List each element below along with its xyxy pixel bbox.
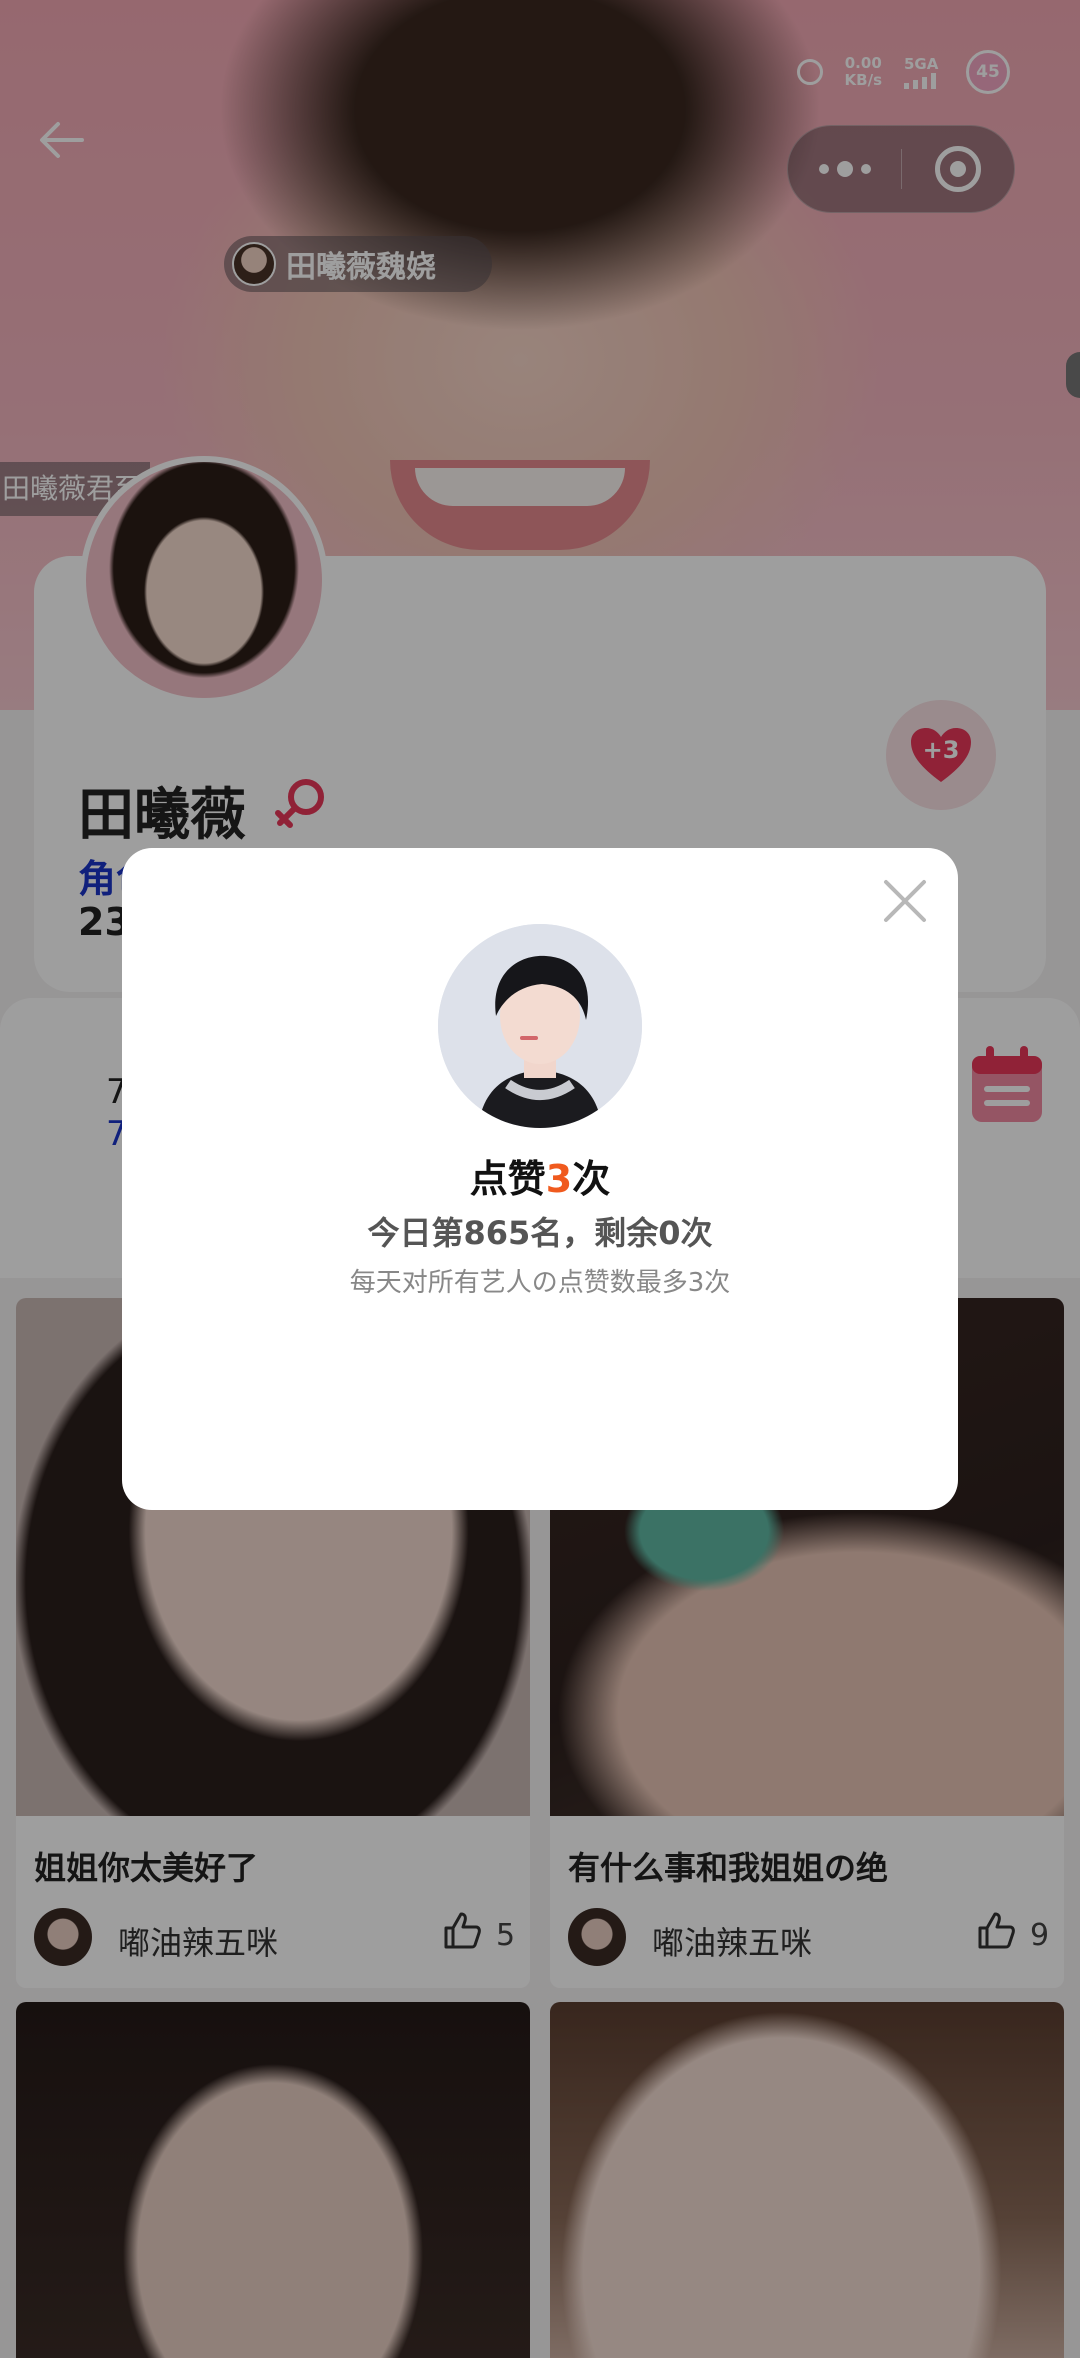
like-title-prefix: 点赞 [469, 1157, 546, 1201]
like-count-title: 点赞3次 [122, 1148, 958, 1203]
like-result-dialog: 点赞3次 今日第865名，剩余0次 每天对所有艺人の点赞数最多3次 [122, 848, 958, 1510]
like-title-suffix: 次 [572, 1157, 611, 1201]
daily-rank-text: 今日第865名，剩余0次 [367, 1214, 713, 1252]
close-icon[interactable] [882, 878, 928, 924]
user-avatar [438, 924, 642, 1128]
avatar-portrait [438, 924, 642, 1128]
like-title-count: 3 [545, 1157, 573, 1201]
daily-limit-note: 每天对所有艺人の点赞数最多3次 [349, 1268, 731, 1298]
